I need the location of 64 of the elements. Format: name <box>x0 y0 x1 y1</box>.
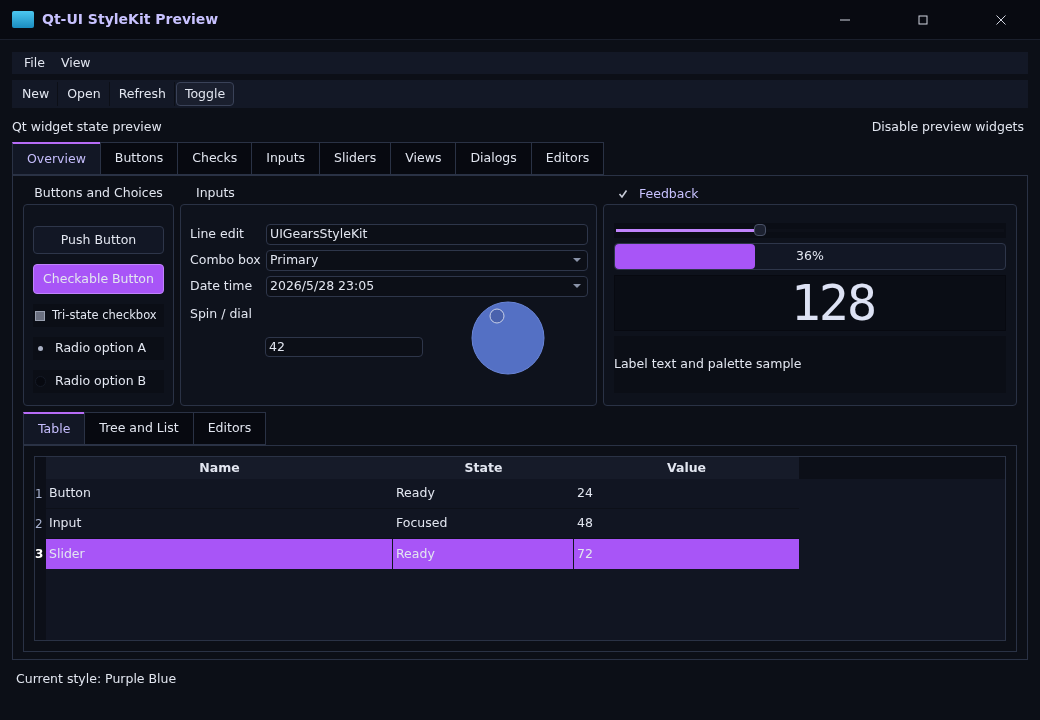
check-icon <box>618 189 628 199</box>
radio-label: Radio option B <box>55 372 147 391</box>
row-number: 1 <box>35 486 44 503</box>
table-cell-text: Ready <box>395 484 436 503</box>
tab[interactable]: Table <box>23 412 86 445</box>
status-bar-text: Current style: Purple Blue <box>15 670 178 688</box>
lcd-display: 128 <box>614 275 1006 331</box>
toolbar-button[interactable]: Toggle <box>175 82 235 106</box>
tab[interactable]: Dialogs <box>455 142 532 175</box>
table-cell: Slider <box>46 539 393 569</box>
caret-icon <box>571 282 583 290</box>
field-label: Spin / dial <box>190 305 253 323</box>
tab[interactable]: Overview <box>12 142 101 175</box>
tab[interactable]: Inputs <box>251 142 321 175</box>
table-cell-text: 24 <box>576 484 594 503</box>
checkbox-label: Tri-state checkbox <box>52 306 157 324</box>
field-label: Line edit <box>190 224 246 243</box>
slider-handle[interactable] <box>753 224 766 236</box>
tab[interactable]: Checks <box>177 142 253 175</box>
column-header[interactable]: State <box>393 457 574 479</box>
disable-widgets-link[interactable]: Disable preview widgets <box>871 117 1024 137</box>
field-label: Date time <box>190 276 254 295</box>
group-checkbox[interactable] <box>617 188 629 200</box>
menu-item[interactable]: View <box>52 53 99 73</box>
table-cell-text: 48 <box>576 514 594 533</box>
toolbar-button[interactable]: Open <box>59 82 110 106</box>
menu-item[interactable]: File <box>16 53 53 73</box>
column-header[interactable]: Value <box>574 457 799 479</box>
push-button[interactable]: Push Button <box>33 226 164 254</box>
table-cell: Ready <box>393 539 574 569</box>
date-time-field[interactable]: 2026/5/28 23:05 <box>266 275 588 297</box>
radio-label: Radio option A <box>55 339 147 358</box>
spin-box[interactable]: 42 <box>265 337 423 357</box>
progress-bar: 36% <box>614 243 1006 270</box>
table-cell-text: Input <box>48 514 83 533</box>
checkbox[interactable] <box>35 310 45 321</box>
column-header[interactable]: Name <box>46 457 393 479</box>
group-title: Inputs <box>195 184 236 202</box>
tab[interactable]: Editors <box>192 412 267 445</box>
line-edit-field[interactable]: UIGearsStyleKit <box>266 223 588 245</box>
table-cell-text: 72 <box>576 544 594 563</box>
dial[interactable] <box>471 301 545 375</box>
group-title: Feedback <box>639 184 699 203</box>
tab[interactable]: Sliders <box>319 142 392 175</box>
caret-icon <box>571 256 583 264</box>
caption-label: Qt widget state preview <box>12 117 162 136</box>
row-number: 3 <box>35 546 45 563</box>
field-label: Combo box <box>190 250 262 269</box>
window-title: Qt-UI StyleKit Preview <box>42 10 219 29</box>
sample-label: Label text and palette sample <box>614 355 802 374</box>
tab[interactable]: Editors <box>530 142 605 175</box>
table-cell-text: Focused <box>395 514 449 533</box>
tab[interactable]: Tree and List <box>84 412 194 445</box>
slider[interactable] <box>614 223 1006 238</box>
tab[interactable]: Buttons <box>99 142 179 175</box>
table-cell-text: Button <box>48 484 92 503</box>
toolbar-button[interactable]: New <box>14 82 59 106</box>
toolbar-button[interactable]: Refresh <box>110 82 175 106</box>
group-title: Buttons and Choices <box>34 184 163 202</box>
combo-box[interactable]: Primary <box>266 249 588 271</box>
tab[interactable]: Views <box>390 142 457 175</box>
row-number: 2 <box>35 516 44 533</box>
table-row[interactable]: Button Ready 24 <box>46 479 799 509</box>
app-icon <box>12 11 34 28</box>
